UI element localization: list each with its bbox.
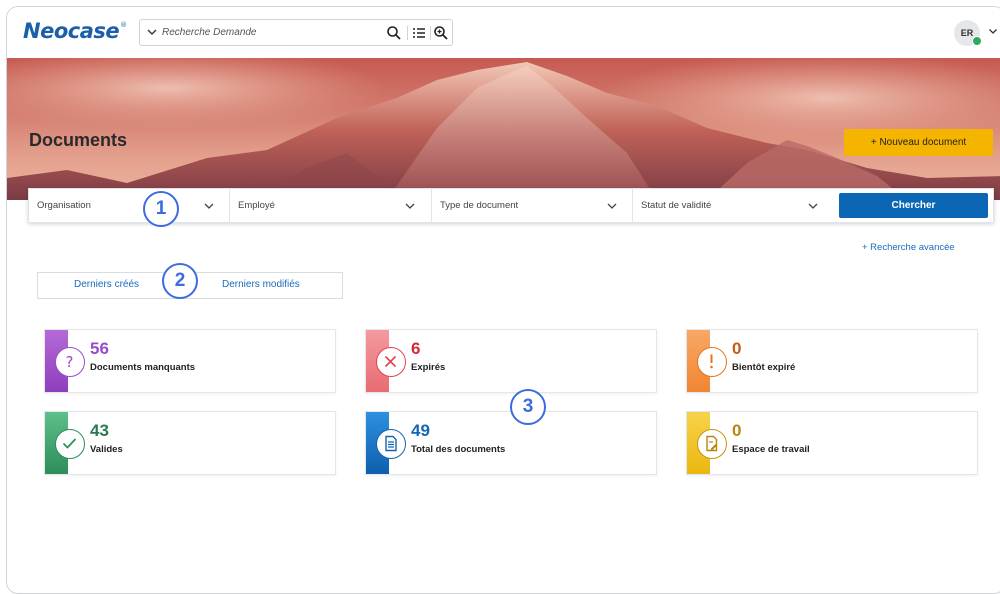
top-bar: Neocase® ER [7,7,1000,58]
search-icon[interactable] [386,25,402,41]
filter-document-type[interactable]: Type de document [432,189,633,222]
registered-mark: ® [120,21,127,29]
neocase-logo[interactable]: Neocase® [23,19,127,43]
card-workspace[interactable]: 0 Espace de travail [686,411,978,475]
tab-recently-created[interactable]: Derniers créés [74,279,139,290]
card-label: Total des documents [411,444,506,455]
card-expired[interactable]: 6 Expirés [365,329,657,393]
callout-marker-3: 3 [510,389,546,425]
card-value: 0 [732,421,742,440]
callout-marker-2: 2 [162,263,198,299]
page-title: Documents [29,130,128,150]
chevron-down-icon[interactable] [988,26,998,36]
filter-label: Organisation [37,200,91,211]
card-value: 43 [90,421,109,440]
close-icon [376,347,406,377]
filter-organisation[interactable]: Organisation [29,189,230,222]
card-missing-documents[interactable]: ? 56 Documents manquants [44,329,336,393]
zoom-in-icon[interactable] [433,25,449,41]
filter-label: Type de document [440,200,519,211]
filter-label: Statut de validité [641,200,712,211]
search-button[interactable]: Chercher [839,193,988,218]
card-value: 49 [411,421,430,440]
filter-employee[interactable]: Employé [230,189,432,222]
search-input[interactable] [162,23,372,42]
new-document-button[interactable]: + Nouveau document [844,129,993,156]
chevron-down-icon [808,203,818,209]
toolbar-separator [430,26,431,40]
card-value: 56 [90,339,109,358]
edit-document-icon [697,429,727,459]
document-icon [376,429,406,459]
brand-name: Neocase [23,19,120,43]
card-value: 6 [411,339,421,358]
chevron-down-icon [405,203,415,209]
tab-recently-modified[interactable]: Derniers modifiés [222,279,300,290]
hero-banner: Documents + Nouveau document [7,58,1000,200]
advanced-search-link[interactable]: + Recherche avancée [862,242,955,253]
card-valid[interactable]: 43 Valides [44,411,336,475]
card-label: Bientôt expiré [732,362,796,373]
app-window: Neocase® ER [6,6,1000,594]
question-icon: ? [55,347,85,377]
card-label: Documents manquants [90,362,196,373]
online-status-badge [972,36,982,46]
card-total-documents[interactable]: 49 Total des documents [365,411,657,475]
filter-label: Employé [238,200,275,211]
list-icon[interactable] [411,25,427,41]
chevron-down-icon [204,203,214,209]
chevron-down-icon[interactable] [146,26,158,38]
chevron-down-icon [607,203,617,209]
card-label: Expirés [411,362,446,373]
request-search-box [139,19,453,46]
filter-validity-status[interactable]: Statut de validité [633,189,835,222]
card-label: Valides [90,444,123,455]
callout-marker-1: 1 [143,191,179,227]
toolbar-separator [407,26,408,40]
card-value: 0 [732,339,742,358]
card-label: Espace de travail [732,444,810,455]
exclamation-icon [697,347,727,377]
card-expiring-soon[interactable]: 0 Bientôt expiré [686,329,978,393]
check-icon [55,429,85,459]
svg-text:?: ? [66,353,74,371]
